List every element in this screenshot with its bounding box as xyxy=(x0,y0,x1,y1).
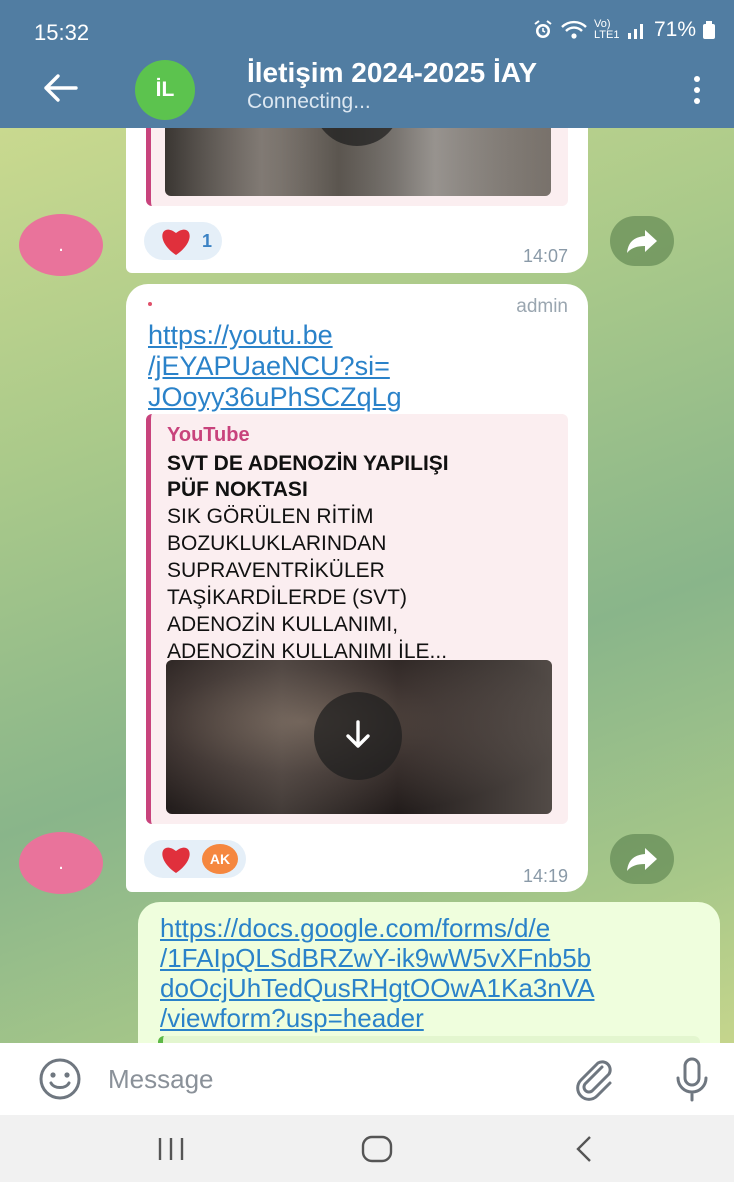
preview-description-line: BOZUKLUKLARINDAN xyxy=(167,532,387,555)
sender-avatar[interactable]: . xyxy=(19,214,103,276)
battery-percent: 71% xyxy=(653,18,696,41)
recents-button[interactable] xyxy=(141,1127,201,1171)
back-arrow-icon xyxy=(44,74,78,102)
admin-badge: admin xyxy=(516,296,568,317)
heart-icon xyxy=(162,847,190,873)
message-link-line[interactable]: https://docs.google.com/forms/d/e xyxy=(160,912,550,944)
sender-avatar[interactable]: . xyxy=(19,832,103,894)
reactor-avatar: AK xyxy=(202,844,238,874)
message-link-line[interactable]: /1FAIpQLSdBRZwY-ik9wW5vXFnb5b xyxy=(160,942,591,974)
preview-description-line: TAŞİKARDİLERDE (SVT) xyxy=(167,586,407,609)
back-icon xyxy=(576,1136,591,1162)
message-bubble-outgoing[interactable]: https://docs.google.com/forms/d/e /1FAIp… xyxy=(138,902,720,1043)
message-time: 14:19 xyxy=(522,866,568,886)
preview-description-line: SUPRAVENTRİKÜLER xyxy=(167,559,385,582)
system-back-button[interactable] xyxy=(554,1127,614,1171)
message-bubble[interactable]: 1 14:07 xyxy=(126,128,588,273)
chat-avatar[interactable]: İL xyxy=(135,60,195,120)
preview-title-line: SVT DE ADENOZİN YAPILIŞI xyxy=(167,452,449,475)
alarm-icon xyxy=(532,19,554,41)
chat-header: 15:32 Vo) LTE1 71% İL İletişim 2024-2025… xyxy=(0,0,734,128)
link-preview-card[interactable] xyxy=(146,128,568,206)
download-icon xyxy=(346,720,370,748)
message-link-line[interactable]: doOcjUhTedQusRHgtOOwA1Ka3nVA xyxy=(160,972,595,1004)
preview-title-line: PÜF NOKTASI xyxy=(167,478,308,501)
preview-description-line: SIK GÖRÜLEN RİTİM xyxy=(167,505,374,528)
reaction-count: 1 xyxy=(202,230,213,251)
preview-site-name: YouTube xyxy=(167,424,250,446)
forward-button[interactable] xyxy=(610,834,674,884)
sender-name[interactable] xyxy=(148,302,152,306)
status-bar: 15:32 Vo) LTE1 71% xyxy=(0,0,734,62)
home-icon xyxy=(361,1135,393,1163)
message-input[interactable] xyxy=(108,1059,528,1099)
preview-description-line: ADENOZİN KULLANIMI, xyxy=(167,613,399,636)
message-link-line[interactable]: JOoyy36uPhSCZqLg xyxy=(148,381,402,413)
forward-button[interactable] xyxy=(610,216,674,266)
reaction-heart[interactable]: AK xyxy=(144,840,246,878)
reaction-heart[interactable]: 1 xyxy=(144,222,223,260)
status-icons: Vo) LTE1 71% xyxy=(532,18,716,42)
attach-button[interactable] xyxy=(570,1057,618,1101)
recents-icon xyxy=(158,1138,184,1160)
mic-icon xyxy=(676,1057,708,1102)
preview-image[interactable] xyxy=(165,128,551,196)
back-button[interactable] xyxy=(38,68,82,108)
more-options-button[interactable] xyxy=(684,70,710,110)
message-link-line[interactable]: /jEYAPUaeNCU?si= xyxy=(148,350,390,382)
link-preview-card[interactable]: YouTube SVT DE ADENOZİN YAPILIŞI PÜF NOK… xyxy=(146,414,568,824)
network-type-label: Vo) LTE1 xyxy=(593,18,620,41)
battery-icon xyxy=(702,19,716,41)
message-composer xyxy=(0,1043,734,1115)
system-navigation-bar xyxy=(0,1115,734,1182)
message-time: 14:07 xyxy=(522,246,568,266)
attach-icon xyxy=(576,1060,612,1101)
connection-status: Connecting... xyxy=(247,90,371,113)
voice-record-button[interactable] xyxy=(668,1055,716,1103)
link-preview-card[interactable] xyxy=(158,1036,700,1043)
message-list[interactable]: 1 14:07 . admin https://youtu.be /jEYAPU… xyxy=(0,128,734,1043)
forward-icon xyxy=(627,848,657,871)
home-button[interactable] xyxy=(347,1127,407,1171)
message-link-line[interactable]: /viewform?usp=header xyxy=(160,1002,424,1034)
forward-icon xyxy=(627,230,657,253)
wifi-icon xyxy=(560,19,588,41)
emoji-button[interactable] xyxy=(36,1057,84,1101)
message-link-line[interactable]: https://youtu.be xyxy=(148,319,333,351)
more-vert-icon xyxy=(694,76,700,104)
heart-icon xyxy=(162,229,190,255)
message-bubble[interactable]: admin https://youtu.be /jEYAPUaeNCU?si= … xyxy=(126,284,588,892)
signal-icon xyxy=(626,19,648,41)
download-button[interactable] xyxy=(313,128,401,146)
status-time: 15:32 xyxy=(34,20,90,45)
preview-image[interactable] xyxy=(166,660,552,814)
chat-title[interactable]: İletişim 2024-2025 İAY xyxy=(247,57,537,89)
download-button[interactable] xyxy=(314,692,402,780)
emoji-icon xyxy=(39,1058,81,1100)
